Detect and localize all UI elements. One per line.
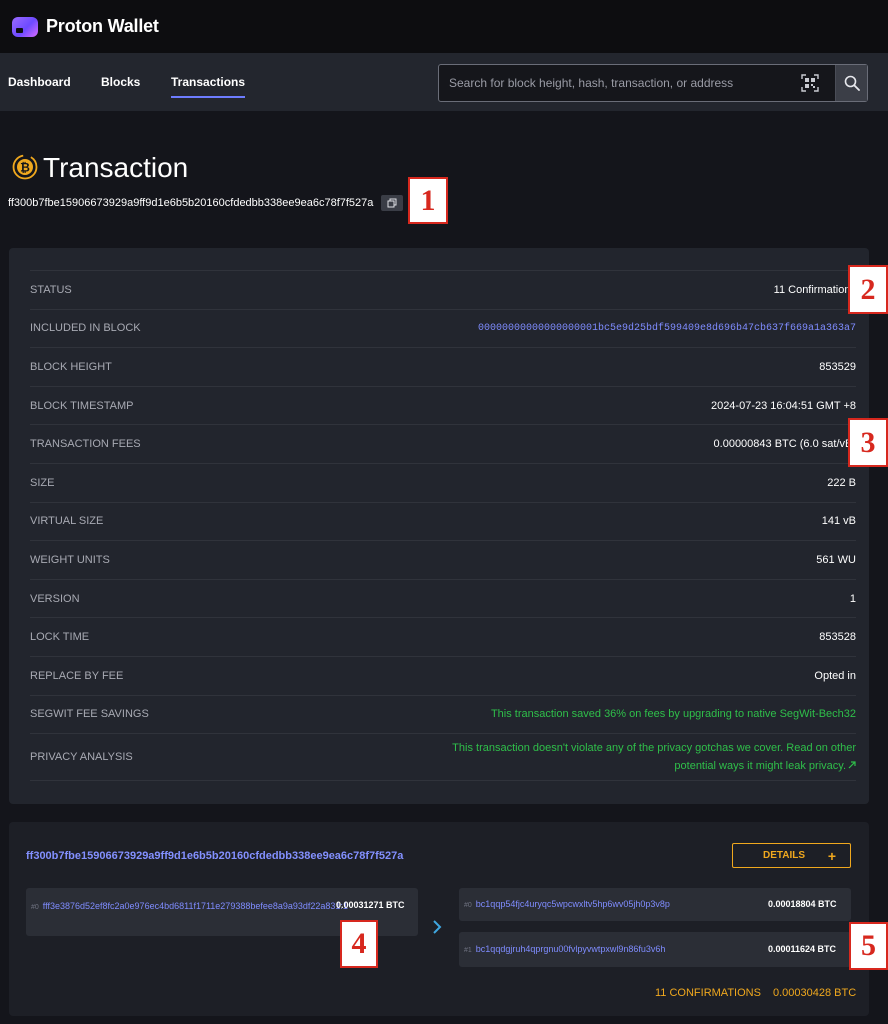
detail-label: Lock time <box>30 631 90 644</box>
detail-row-included-in-block: Included in block 00000000000000000001bc… <box>30 308 856 348</box>
input-address-link[interactable]: fff3e3876d52ef8fc2a0e976ec4bd6811f1711e2… <box>43 901 348 911</box>
app-header: Proton Wallet <box>0 0 888 53</box>
confirmations-count: 11 CONFIRMATIONS <box>655 987 761 999</box>
details-table: Status 11 Confirmations Included in bloc… <box>30 270 856 782</box>
segwit-savings-text: This transaction saved 36% on fees by up… <box>490 708 856 721</box>
detail-label: Block timestamp <box>30 399 134 412</box>
detail-value: 853528 <box>819 631 856 644</box>
details-button[interactable]: DETAILS + <box>732 843 851 868</box>
output-amount: 0.00018804 BTC <box>768 899 837 909</box>
output-address-link[interactable]: bc1qqp54fjc4uryqc5wpcwxltv5hp6wv05jh0p3v… <box>476 899 670 909</box>
privacy-analysis-text: This transaction doesn't violate any of … <box>452 742 856 773</box>
detail-row-block-height: Block height 853529 <box>30 347 856 386</box>
output-address-link[interactable]: bc1qqdgjruh4qprgnu00fvlpyvwtpxwl9n86fu3v… <box>476 944 666 954</box>
detail-label: Transaction fees <box>30 438 141 451</box>
detail-label: Size <box>30 476 55 489</box>
detail-label: Weight units <box>30 553 110 566</box>
search-icon <box>844 75 860 91</box>
chevron-right-icon <box>433 920 442 934</box>
search-input[interactable] <box>439 65 801 101</box>
detail-row-weight-units: Weight units 561 WU <box>30 540 856 579</box>
transaction-id-line: ff300b7fbe15906673929a9ff9d1e6b5b20160cf… <box>8 195 404 211</box>
block-hash-link[interactable]: 00000000000000000001bc5e9d25bdf599409e8d… <box>478 323 856 334</box>
detail-value: 141 vB <box>821 515 856 528</box>
detail-row-transaction-fees: Transaction fees 0.00000843 BTC (6.0 sat… <box>30 424 856 463</box>
details-button-label: DETAILS <box>763 850 806 861</box>
callout-badge-1: 1 <box>408 177 448 224</box>
detail-label: Status <box>30 283 72 296</box>
transaction-flow-card: ff300b7fbe15906673929a9ff9d1e6b5b20160cf… <box>9 822 869 1016</box>
detail-value: 853529 <box>819 360 856 373</box>
output-index: #0 <box>464 902 472 909</box>
qr-code-icon[interactable] <box>801 74 819 92</box>
app-name: Proton Wallet <box>46 16 159 36</box>
output-index: #1 <box>464 947 472 954</box>
detail-row-size: Size 222 B <box>30 462 856 502</box>
detail-value: 0.00000843 BTC (6.0 sat/vB) <box>713 438 856 451</box>
proton-wallet-logo-icon <box>12 16 38 37</box>
detail-row-block-timestamp: Block timestamp 2024-07-23 16:04:51 GMT … <box>30 385 856 425</box>
detail-row-virtual-size: Virtual size 141 vB <box>30 501 856 541</box>
callout-badge-3: 3 <box>848 418 888 467</box>
copy-icon <box>387 198 397 208</box>
output-box-1: #1 bc1qqdgjruh4qprgnu00fvlpyvwtpxwl9n86fu… <box>459 932 851 967</box>
input-amount: 0.00031271 BTC <box>336 900 405 910</box>
detail-value: 11 Confirmations <box>773 283 856 296</box>
callout-badge-4: 4 <box>340 920 378 968</box>
detail-value: Opted in <box>814 669 856 682</box>
detail-label: Privacy analysis <box>30 751 133 764</box>
detail-row-segwit-fee-savings: Segwit fee savings This transaction save… <box>30 694 856 734</box>
detail-label: Block height <box>30 360 112 373</box>
input-index: #0 <box>31 904 39 911</box>
callout-badge-5: 5 <box>849 922 888 970</box>
detail-row-replace-by-fee: Replace by fee Opted in <box>30 655 856 695</box>
detail-row-privacy-analysis: Privacy analysis This transaction doesn'… <box>30 733 856 782</box>
nav-transactions[interactable]: Transactions <box>171 75 246 98</box>
detail-value: 561 WU <box>816 553 856 566</box>
page-title: Transaction <box>43 152 189 183</box>
output-amount: 0.00011624 BTC <box>768 944 837 954</box>
transaction-id: ff300b7fbe15906673929a9ff9d1e6b5b20160cf… <box>8 197 374 209</box>
svg-text:₿: ₿ <box>20 161 30 175</box>
output-line: #0 bc1qqp54fjc4uryqc5wpcwxltv5hp6wv05jh0p… <box>464 899 670 909</box>
nav-dashboard[interactable]: Dashboard <box>8 75 71 89</box>
detail-value: 222 B <box>827 476 856 489</box>
nav-blocks[interactable]: Blocks <box>101 75 140 89</box>
detail-label: Virtual size <box>30 515 104 528</box>
transaction-details-card: Status 11 Confirmations Included in bloc… <box>9 248 869 804</box>
detail-label: Replace by fee <box>30 669 124 682</box>
detail-value: 1 <box>849 592 856 605</box>
total-amount: 0.00030428 BTC <box>773 987 857 999</box>
callout-badge-2: 2 <box>848 265 888 314</box>
detail-row-version: Version 1 <box>30 578 856 618</box>
detail-label: Segwit fee savings <box>30 708 149 721</box>
search-button[interactable] <box>835 65 867 101</box>
output-line: #1 bc1qqdgjruh4qprgnu00fvlpyvwtpxwl9n86fu… <box>464 944 665 954</box>
search-bar <box>438 64 868 102</box>
detail-value: 2024-07-23 16:04:51 GMT +8 <box>710 399 856 412</box>
input-line: #0 fff3e3876d52ef8fc2a0e976ec4bd6811f1711… <box>31 899 348 915</box>
detail-row-lock-time: Lock time 853528 <box>30 617 856 656</box>
copy-button[interactable] <box>381 195 404 211</box>
detail-label: Version <box>30 592 80 605</box>
privacy-analysis-link[interactable]: This transaction doesn't violate any of … <box>436 739 856 775</box>
flow-transaction-id-link[interactable]: ff300b7fbe15906673929a9ff9d1e6b5b20160cf… <box>26 850 403 862</box>
external-link-icon <box>848 761 856 769</box>
bitcoin-icon: ₿ <box>12 154 38 180</box>
plus-icon: + <box>827 847 836 864</box>
detail-row-status: Status 11 Confirmations <box>30 270 856 309</box>
output-box-0: #0 bc1qqp54fjc4uryqc5wpcwxltv5hp6wv05jh0p… <box>459 888 851 921</box>
detail-label: Included in block <box>30 322 141 335</box>
